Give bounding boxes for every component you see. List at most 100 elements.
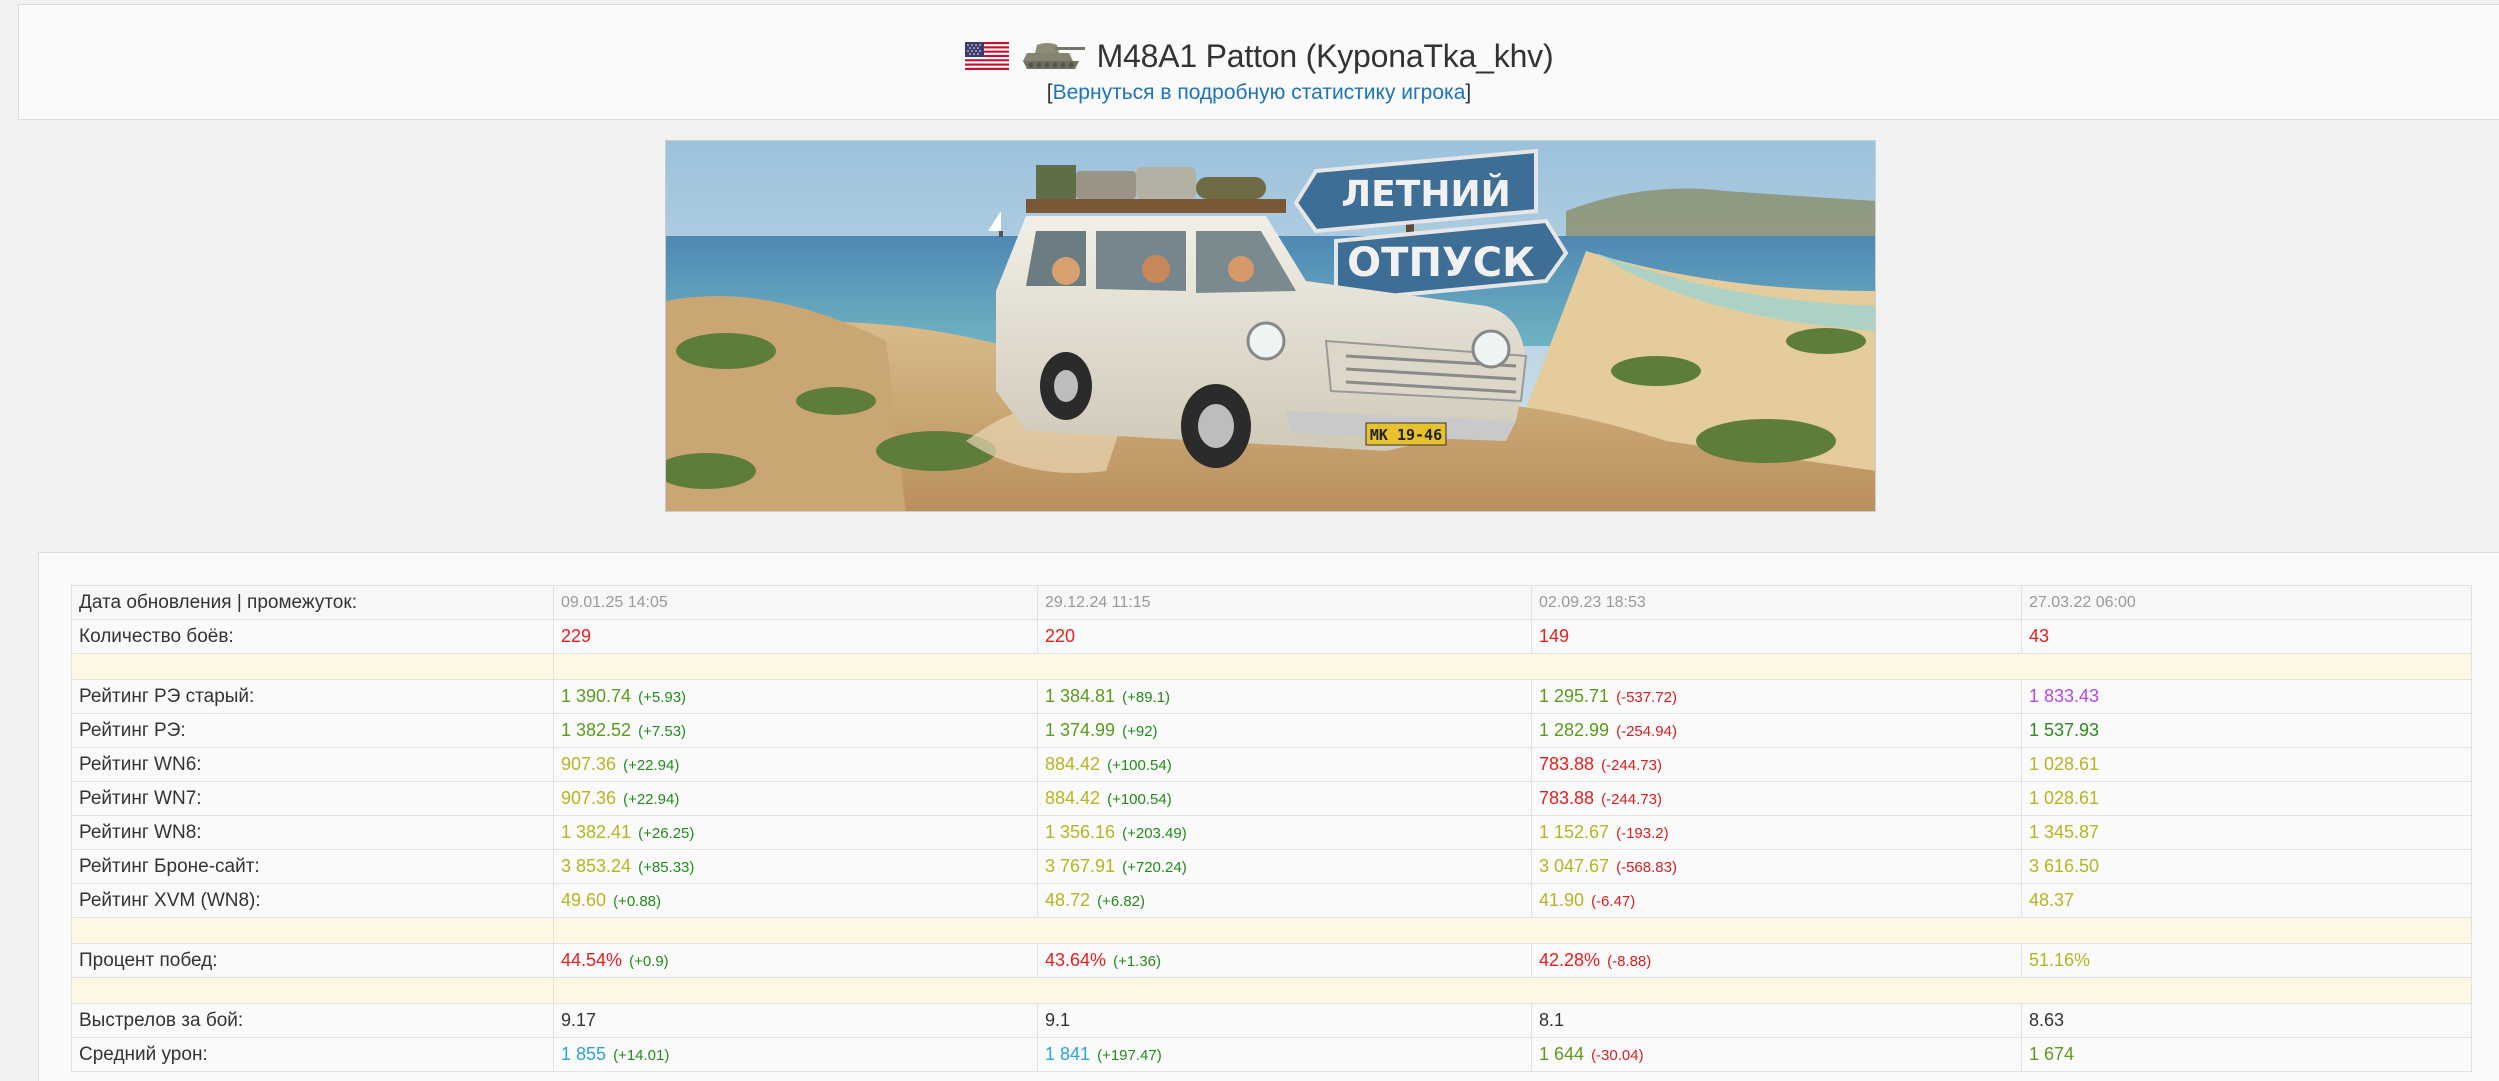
- stat-value: 1 537.93: [2029, 720, 2100, 740]
- stat-cell: 1 382.41 (+26.25): [553, 815, 1038, 850]
- back-to-player-stats-link[interactable]: Вернуться в подробную статистику игрока: [1053, 81, 1466, 104]
- stat-delta: (-244.73): [1601, 757, 1662, 774]
- stat-value: 1 282.99: [1539, 720, 1610, 740]
- header-panel: M48A1 Patton (KyponaTka_khv) [Вернуться …: [18, 4, 2499, 120]
- stat-label: Процент побед:: [71, 943, 554, 978]
- stat-cell: 1 152.67 (-193.2): [1531, 815, 2022, 850]
- stat-cell: 1 345.87: [2021, 815, 2472, 850]
- stat-value: 1 374.99: [1045, 720, 1116, 740]
- stat-row: Выстрелов за бой: 9.17 9.1 8.1 8.63: [71, 1003, 2472, 1038]
- stat-cell: 41.90 (-6.47): [1531, 883, 2022, 918]
- stat-cell: 1 295.71 (-537.72): [1531, 679, 2022, 714]
- stat-delta: (-30.04): [1591, 1047, 1644, 1064]
- stat-delta: (+14.01): [613, 1047, 670, 1064]
- stat-value: 49.60: [561, 890, 607, 910]
- stat-cell: 884.42 (+100.54): [1037, 747, 1532, 782]
- summer-vacation-banner[interactable]: ЛЕТНИЙ ОТПУСК МК 19-46: [665, 140, 1876, 512]
- stat-row: Количество боёв: 229 220 149 43: [71, 619, 2472, 654]
- bracket-close: ]: [1465, 81, 1472, 104]
- stat-value: 1 384.81: [1045, 686, 1116, 706]
- stat-value: 907.36: [561, 788, 617, 808]
- stat-delta: (-568.83): [1616, 859, 1677, 876]
- stat-cell: 43.64% (+1.36): [1037, 943, 1532, 978]
- stat-row: Средний урон: 1 855 (+14.01) 1 841 (+197.4…: [71, 1037, 2472, 1072]
- stat-cell: 1 644 (-30.04): [1531, 1037, 2022, 1072]
- stat-label: Выстрелов за бой:: [71, 1003, 554, 1038]
- stat-cell: 1 028.61: [2021, 747, 2472, 782]
- stat-value: 884.42: [1045, 754, 1101, 774]
- stat-value: 1 345.87: [2029, 822, 2100, 842]
- stat-cell: 9.1: [1037, 1003, 1532, 1038]
- stat-value: 1 390.74: [561, 686, 632, 706]
- separator-cell: [553, 653, 2472, 680]
- stat-delta: (-244.73): [1601, 791, 1662, 808]
- stat-label: Рейтинг РЭ старый:: [71, 679, 554, 714]
- stat-value: 229: [561, 626, 592, 646]
- separator-row: [71, 977, 2472, 1004]
- stat-cell: 51.16%: [2021, 943, 2472, 978]
- stat-value: 3 047.67: [1539, 856, 1610, 876]
- stat-value: 1 833.43: [2029, 686, 2100, 706]
- stat-cell: 3 767.91 (+720.24): [1037, 849, 1532, 884]
- stat-value: 48.37: [2029, 890, 2075, 910]
- stat-row: Рейтинг Броне-сайт: 3 853.24 (+85.33) 3 76…: [71, 849, 2472, 884]
- date-cell: 29.12.24 11:15: [1037, 585, 1532, 620]
- sign-text-2: ОТПУСК: [1347, 240, 1535, 286]
- date-cell: 09.01.25 14:05: [553, 585, 1038, 620]
- stat-delta: (+92): [1122, 723, 1158, 740]
- stat-value: 42.28%: [1539, 950, 1601, 970]
- stat-row: Рейтинг РЭ: 1 382.52 (+7.53) 1 374.99 (+92…: [71, 713, 2472, 748]
- tank-stats-table: Дата обновления | промежуток: 09.01.25 1…: [71, 585, 2472, 1072]
- back-link-row: [Вернуться в подробную статистику игрока…: [19, 81, 2499, 105]
- stat-delta: (-254.94): [1616, 723, 1677, 740]
- stat-cell: 907.36 (+22.94): [553, 781, 1038, 816]
- stat-delta: (+85.33): [638, 859, 695, 876]
- stat-value: 783.88: [1539, 754, 1595, 774]
- stat-cell: 884.42 (+100.54): [1037, 781, 1532, 816]
- stat-value: 51.16%: [2029, 950, 2091, 970]
- stat-cell: 1 356.16 (+203.49): [1037, 815, 1532, 850]
- stat-cell: 220: [1037, 619, 1532, 654]
- banner-image: ЛЕТНИЙ ОТПУСК МК 19-46: [666, 141, 1875, 511]
- stat-delta: (+6.82): [1097, 893, 1146, 910]
- stat-delta: (-193.2): [1616, 825, 1669, 842]
- stat-value: 8.63: [2029, 1010, 2065, 1030]
- stat-cell: 9.17: [553, 1003, 1038, 1038]
- stat-value: 1 356.16: [1045, 822, 1116, 842]
- date-row-label: Дата обновления | промежуток:: [71, 585, 554, 620]
- stat-value: 9.17: [561, 1010, 597, 1030]
- stat-value: 1 674: [2029, 1044, 2075, 1064]
- stat-value: 907.36: [561, 754, 617, 774]
- date-cell: 27.03.22 06:00: [2021, 585, 2472, 620]
- stat-delta: (+100.54): [1107, 791, 1172, 808]
- stat-delta: (+197.47): [1097, 1047, 1162, 1064]
- stat-delta: (+0.9): [629, 953, 669, 970]
- stat-value: 149: [1539, 626, 1570, 646]
- separator-cell: [71, 653, 554, 680]
- stat-delta: (-537.72): [1616, 689, 1677, 706]
- stat-label: Рейтинг WN7:: [71, 781, 554, 816]
- stat-label: Рейтинг Броне-сайт:: [71, 849, 554, 884]
- stats-panel: Дата обновления | промежуток: 09.01.25 1…: [38, 552, 2499, 1081]
- stat-cell: 48.72 (+6.82): [1037, 883, 1532, 918]
- stat-delta: (+7.53): [638, 723, 687, 740]
- stat-delta: (-6.47): [1591, 893, 1636, 910]
- stat-cell: 1 028.61: [2021, 781, 2472, 816]
- stat-cell: 1 537.93: [2021, 713, 2472, 748]
- stat-delta: (+5.93): [638, 689, 687, 706]
- stat-row: Рейтинг XVM (WN8): 49.60 (+0.88) 48.72 (+6…: [71, 883, 2472, 918]
- date-row: Дата обновления | промежуток: 09.01.25 1…: [71, 585, 2472, 620]
- stat-delta: (+22.94): [623, 791, 680, 808]
- stat-cell: 149: [1531, 619, 2022, 654]
- stat-value: 3 767.91: [1045, 856, 1116, 876]
- stat-label: Рейтинг РЭ:: [71, 713, 554, 748]
- separator-cell: [553, 917, 2472, 944]
- stat-value: 43: [2029, 626, 2050, 646]
- stat-row: Рейтинг РЭ старый: 1 390.74 (+5.93) 1 384.…: [71, 679, 2472, 714]
- stat-value: 1 152.67: [1539, 822, 1610, 842]
- stat-cell: 1 841 (+197.47): [1037, 1037, 1532, 1072]
- stat-delta: (+100.54): [1107, 757, 1172, 774]
- stat-delta: (+22.94): [623, 757, 680, 774]
- date-cell: 02.09.23 18:53: [1531, 585, 2022, 620]
- stat-cell: 8.1: [1531, 1003, 2022, 1038]
